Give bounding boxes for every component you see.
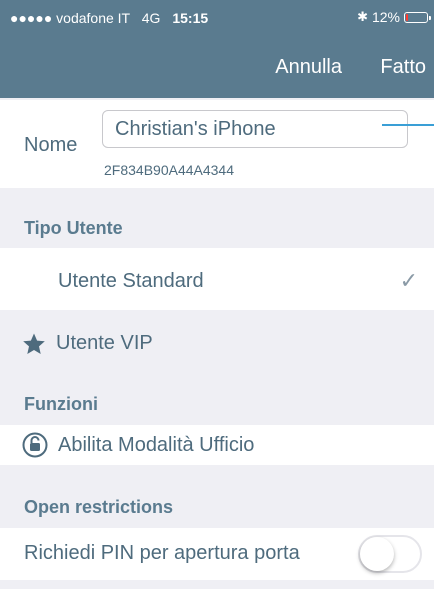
user-standard-label: Utente Standard	[58, 270, 204, 292]
bluetooth-icon: ✱	[357, 9, 368, 24]
checkmark-icon: ✓	[399, 268, 418, 293]
office-mode-row[interactable]: Abilita Modalità Ufficio	[0, 425, 434, 465]
functions-header: Funzioni	[24, 394, 98, 414]
battery-percent: 12%	[371, 9, 400, 25]
navigation-bar: Annulla Fatto	[0, 36, 434, 98]
cancel-button[interactable]: Annulla	[275, 56, 342, 79]
status-time: 15:15	[172, 10, 209, 26]
status-right: ✱ 12%	[357, 9, 431, 25]
status-left: ●●●●● vodafone IT 4G 15:15	[10, 10, 208, 26]
pin-required-row: Richiedi PIN per apertura porta	[0, 528, 434, 580]
office-mode-label: Abilita Modalità Ufficio	[58, 434, 255, 456]
device-name-cell: Nome Christian's iPhone 2F834B90A44A4344	[0, 100, 434, 188]
name-label: Nome	[24, 134, 78, 156]
battery-icon	[404, 11, 431, 23]
open-restrictions-header: Open restrictions	[24, 497, 174, 517]
input-focus-indicator	[382, 124, 434, 126]
carrier-signal: ●●●●● vodafone IT	[10, 10, 130, 26]
unlock-icon	[22, 432, 48, 458]
done-button[interactable]: Fatto	[380, 56, 426, 79]
user-type-option-vip[interactable]: Utente VIP	[0, 310, 434, 372]
battery-level	[406, 13, 408, 21]
status-bar: ●●●●● vodafone IT 4G 15:15 ✱ 12%	[0, 0, 434, 36]
device-id: 2F834B90A44A4344	[104, 162, 234, 178]
user-type-option-standard[interactable]: Utente Standard ✓	[0, 248, 434, 310]
pin-required-label: Richiedi PIN per apertura porta	[24, 542, 300, 564]
pin-required-toggle[interactable]	[358, 535, 422, 573]
star-icon	[23, 333, 45, 354]
user-type-header: Tipo Utente	[24, 218, 123, 238]
user-vip-label: Utente VIP	[56, 332, 153, 354]
toggle-knob	[360, 537, 394, 571]
device-name-input[interactable]: Christian's iPhone	[102, 110, 408, 148]
network-type: 4G	[141, 10, 161, 26]
